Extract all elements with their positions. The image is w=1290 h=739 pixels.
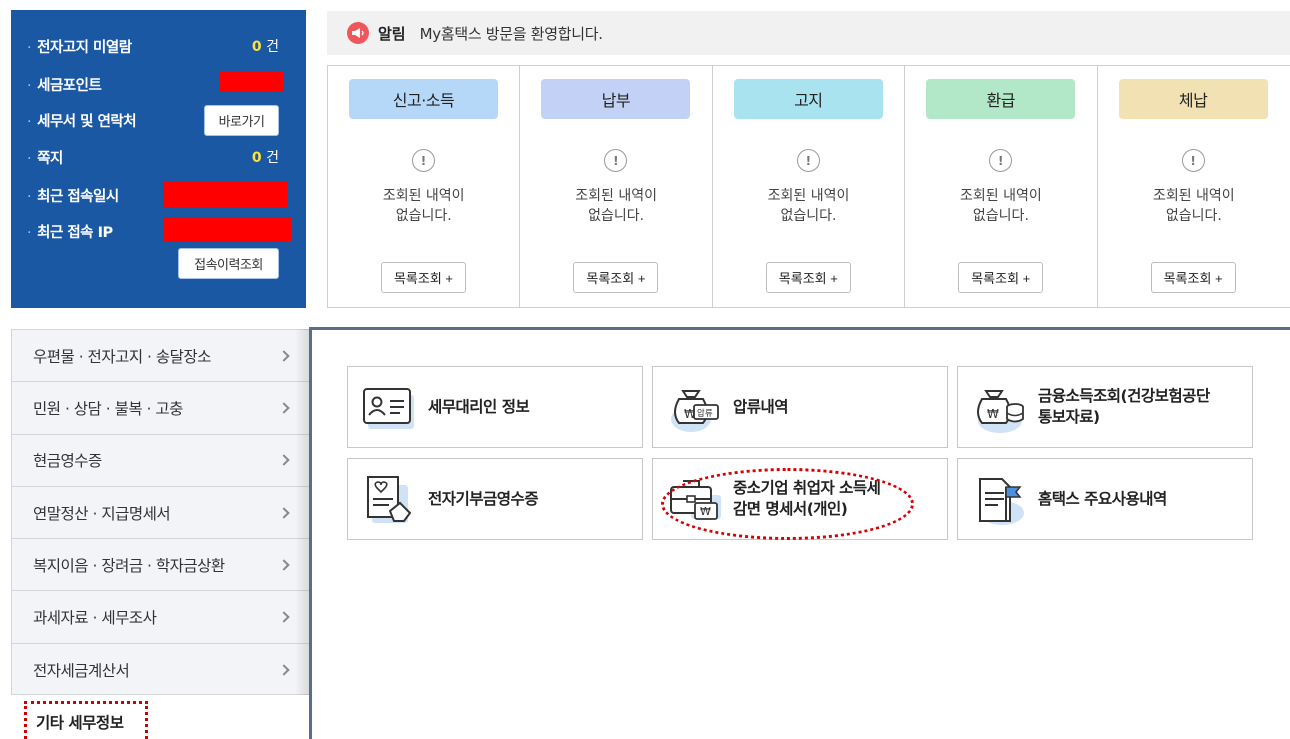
menu-item-year-end[interactable]: 연말정산 · 지급명세서 xyxy=(12,487,310,540)
menu-item-civil[interactable]: 민원 · 상담 · 불복 · 고충 xyxy=(12,382,310,435)
briefcase-won-icon: ₩ xyxy=(670,480,721,520)
tile-label: 중소기업 취업자 소득세 감면 명세서(개인) xyxy=(733,479,881,518)
menu-item-label: 현금영수증 xyxy=(33,452,102,471)
menu-item-cash-receipt[interactable]: 현금영수증 xyxy=(12,435,310,487)
menu-item-label: 복지이음 · 장려금 · 학자금상환 xyxy=(33,556,225,575)
menu-item-tax-data[interactable]: 과세자료 · 세무조사 xyxy=(12,591,310,644)
last-access-label: 최근 접속일시 xyxy=(27,185,119,206)
menu-item-welfare[interactable]: 복지이음 · 장려금 · 학자금상환 xyxy=(12,539,310,592)
tile-tax-agent-info[interactable]: 세무대리인 정보 xyxy=(347,366,643,448)
last-ip-redaction xyxy=(164,217,291,242)
menu-item-label: 전자세금계산서 xyxy=(33,661,130,680)
chevron-right-icon xyxy=(278,506,290,519)
category-summary: 신고·소득 ! 조회된 내역이 없습니다. 목록조회 + 납부 ! 조회된 내역이… xyxy=(327,65,1290,308)
exclamation-icon: ! xyxy=(1181,149,1205,172)
menu-item-other-tax-info[interactable]: 기타 세무정보 xyxy=(24,701,148,739)
empty-message: 조회된 내역이 없습니다. xyxy=(575,188,657,224)
category-tag-notice[interactable]: 고지 xyxy=(733,79,883,119)
category-column: 고지 ! 조회된 내역이 없습니다. 목록조회 + xyxy=(713,66,906,307)
list-view-button[interactable]: 목록조회 + xyxy=(1150,262,1236,293)
svg-text:₩: ₩ xyxy=(987,407,999,421)
unread-notices-count[interactable]: 0 건 xyxy=(252,36,279,56)
list-view-button[interactable]: 목록조회 + xyxy=(765,262,851,293)
category-tag-refund[interactable]: 환급 xyxy=(926,79,1076,119)
tax-office-label: 세무서 및 연락처 xyxy=(27,110,136,131)
shortcut-button[interactable]: 바로가기 xyxy=(204,105,279,136)
menu-item-e-invoice[interactable]: 전자세금계산서 xyxy=(12,644,310,696)
tile-label: 홈택스 주요사용내역 xyxy=(1038,489,1167,508)
category-column: 체납 ! 조회된 내역이 없습니다. 목록조회 + xyxy=(1098,66,1290,307)
message-row: 쪽지 0 건 xyxy=(27,142,289,172)
menu-item-mail[interactable]: 우편물 · 전자고지 · 송달장소 xyxy=(12,330,310,383)
svg-text:압류: 압류 xyxy=(697,409,713,419)
category-column: 납부 ! 조회된 내역이 없습니다. 목록조회 + xyxy=(520,66,713,307)
chevron-right-icon xyxy=(278,402,290,414)
exclamation-icon: ! xyxy=(796,149,820,172)
tile-seizure-history[interactable]: ₩ 압류 압류내역 xyxy=(652,366,948,448)
unread-notices-label: 전자고지 미열람 xyxy=(27,36,132,57)
tile-hometax-usage[interactable]: 홈택스 주요사용내역 xyxy=(957,458,1253,540)
category-tag-filing[interactable]: 신고·소득 xyxy=(349,79,498,119)
notice-bar: 알림 My홈택스 방문을 환영합니다. xyxy=(327,11,1290,55)
chevron-right-icon xyxy=(278,611,290,623)
chevron-right-icon xyxy=(278,664,290,676)
list-view-button[interactable]: 목록조회 + xyxy=(381,262,466,293)
notice-title: 알림 xyxy=(378,24,406,43)
tile-donation-receipt[interactable]: 전자기부금영수증 xyxy=(347,458,643,540)
access-history-button[interactable]: 접속이력조회 xyxy=(178,248,279,279)
tile-label: 전자기부금영수증 xyxy=(428,489,539,508)
my-info-panel: 전자고지 미열람 0 건 세금포인트 세무서 및 연락처 바로가기 쪽지 0 건… xyxy=(11,10,306,308)
last-access-redaction xyxy=(163,182,287,208)
chevron-right-icon xyxy=(278,454,290,466)
exclamation-icon: ! xyxy=(989,149,1013,172)
list-view-button[interactable]: 목록조회 + xyxy=(573,262,659,293)
chevron-right-icon xyxy=(278,559,290,571)
unread-notices-row: 전자고지 미열람 0 건 xyxy=(27,31,289,61)
donation-receipt-icon xyxy=(367,476,412,523)
menu-item-label: 민원 · 상담 · 불복 · 고충 xyxy=(33,399,183,418)
category-tag-payment[interactable]: 납부 xyxy=(541,79,691,119)
menu-item-label: 연말정산 · 지급명세서 xyxy=(33,504,171,523)
exclamation-icon: ! xyxy=(604,149,628,172)
exclamation-icon: ! xyxy=(412,149,435,172)
menu-item-label: 과세자료 · 세무조사 xyxy=(33,609,157,628)
tile-label: 압류내역 xyxy=(733,397,789,416)
category-tag-arrears[interactable]: 체납 xyxy=(1118,79,1268,119)
list-view-button[interactable]: 목록조회 + xyxy=(958,262,1044,293)
tile-label: 세무대리인 정보 xyxy=(428,397,530,416)
menu-item-label: 우편물 · 전자고지 · 송달장소 xyxy=(33,347,211,366)
empty-message: 조회된 내역이 없습니다. xyxy=(960,188,1042,224)
tax-point-label: 세금포인트 xyxy=(27,74,102,95)
empty-message: 조회된 내역이 없습니다. xyxy=(382,188,465,224)
megaphone-icon xyxy=(347,22,369,44)
category-column: 신고·소득 ! 조회된 내역이 없습니다. 목록조회 + xyxy=(328,66,521,307)
id-card-icon xyxy=(363,388,414,429)
last-ip-label: 최근 접속 IP xyxy=(27,221,113,242)
tile-sme-tax-reduction[interactable]: ₩ 중소기업 취업자 소득세 감면 명세서(개인) xyxy=(652,458,948,540)
tile-financial-income[interactable]: ₩ 금융소득조회(건강보험공단 통보자료) xyxy=(957,366,1253,448)
empty-message: 조회된 내역이 없습니다. xyxy=(1152,188,1235,224)
category-column: 환급 ! 조회된 내역이 없습니다. 목록조회 + xyxy=(905,66,1098,307)
document-flag-icon xyxy=(979,478,1024,525)
seizure-bag-icon: ₩ 압류 xyxy=(671,390,719,432)
message-count[interactable]: 0 건 xyxy=(252,147,279,167)
tax-point-redaction xyxy=(220,72,284,92)
notice-text: My홈택스 방문을 환영합니다. xyxy=(419,24,603,43)
svg-text:₩: ₩ xyxy=(700,505,711,518)
message-label: 쪽지 xyxy=(27,147,63,168)
money-bag-icon: ₩ xyxy=(977,390,1024,433)
side-menu: 우편물 · 전자고지 · 송달장소 민원 · 상담 · 불복 · 고충 현금영수… xyxy=(11,329,311,695)
chevron-right-icon xyxy=(278,349,290,362)
tile-label: 금융소득조회(건강보험공단 통보자료) xyxy=(1038,387,1210,426)
empty-message: 조회된 내역이 없습니다. xyxy=(767,188,850,224)
